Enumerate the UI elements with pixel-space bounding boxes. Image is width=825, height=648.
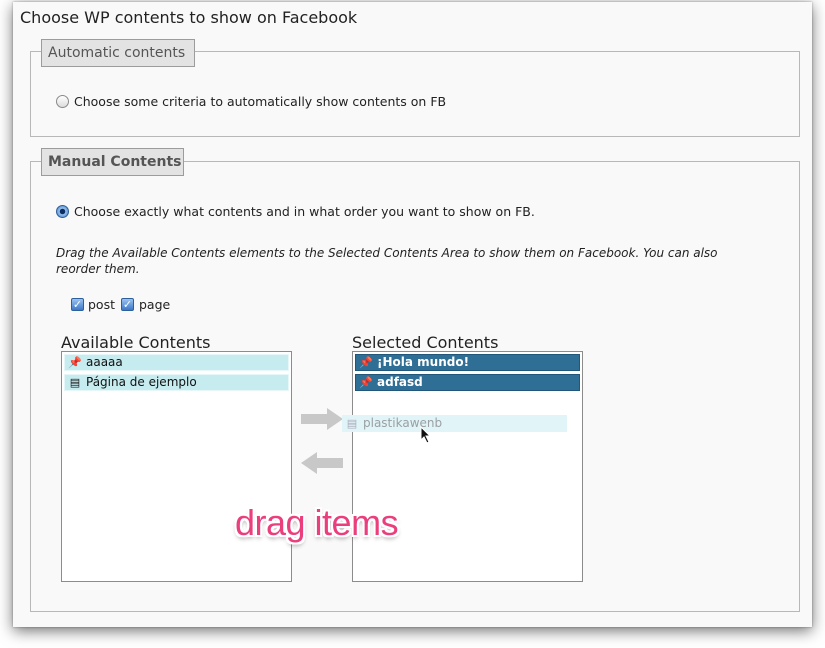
drag-instructions: Drag the Available Contents elements to …	[56, 246, 718, 276]
list-item-label: adfasd	[377, 375, 423, 389]
available-contents-title: Available Contents	[61, 333, 211, 352]
automatic-contents-radio[interactable]	[56, 95, 69, 108]
dragging-item[interactable]: ▤ plastikawenb	[342, 415, 567, 432]
list-item[interactable]: 📌 aaaaa	[64, 354, 289, 371]
page-title: Choose WP contents to show on Facebook	[20, 8, 358, 27]
list-item[interactable]: 📌 ¡Hola mundo!	[355, 354, 580, 371]
list-item[interactable]: 📌 adfasd	[355, 374, 580, 391]
post-checkbox-label[interactable]: post	[88, 297, 115, 312]
pin-icon: 📌	[359, 356, 373, 369]
post-checkbox[interactable]: ✓	[71, 298, 84, 311]
list-item-label: Página de ejemplo	[86, 375, 197, 389]
page-checkbox-label[interactable]: page	[139, 297, 170, 312]
page-icon: ▤	[346, 417, 358, 430]
selected-contents-title: Selected Contents	[352, 333, 499, 352]
available-contents-list[interactable]: 📌 aaaaa ▤ Página de ejemplo	[61, 351, 292, 582]
automatic-contents-legend: Automatic contents	[41, 39, 195, 67]
settings-window: Choose WP contents to show on Facebook A…	[13, 2, 812, 627]
page-checkbox[interactable]: ✓	[121, 298, 134, 311]
page-icon: ▤	[69, 376, 81, 389]
arrow-left-icon	[301, 452, 343, 474]
mouse-cursor-icon	[420, 426, 432, 444]
pin-icon: 📌	[359, 376, 373, 389]
manual-contents-radio[interactable]	[56, 205, 69, 218]
arrow-right-icon	[301, 408, 343, 430]
list-item-label: ¡Hola mundo!	[377, 355, 470, 369]
selected-contents-list[interactable]: 📌 ¡Hola mundo! 📌 adfasd	[352, 351, 583, 582]
manual-contents-legend: Manual Contents	[41, 148, 184, 176]
list-item-label: aaaaa	[86, 355, 123, 369]
automatic-contents-label[interactable]: Choose some criteria to automatically sh…	[74, 94, 446, 109]
list-item[interactable]: ▤ Página de ejemplo	[64, 374, 289, 391]
pin-icon: 📌	[68, 356, 82, 369]
drag-items-annotation: drag items	[235, 502, 399, 543]
manual-contents-label[interactable]: Choose exactly what contents and in what…	[74, 204, 535, 219]
